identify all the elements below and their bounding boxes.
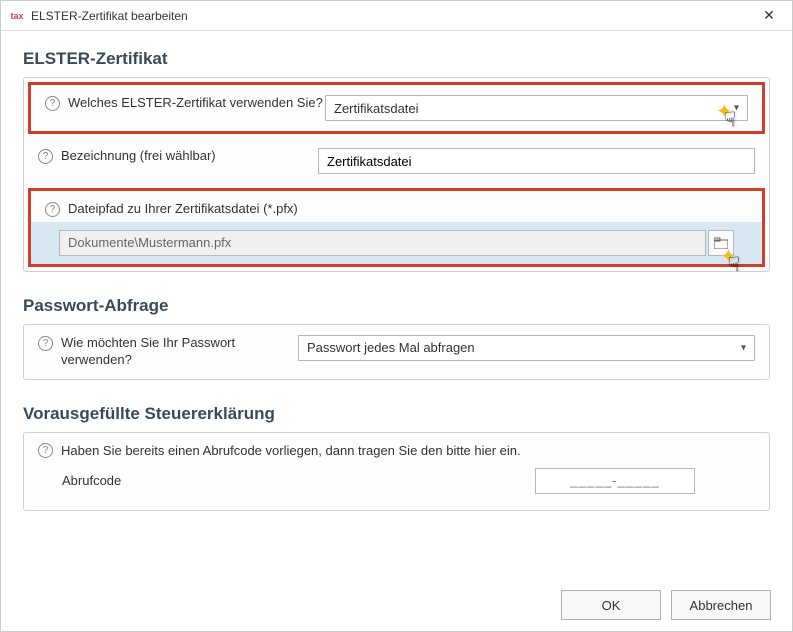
bezeichnung-input[interactable]: [318, 148, 755, 174]
bezeichnung-label: Bezeichnung (frei wählbar): [61, 148, 216, 165]
window-title: ELSTER-Zertifikat bearbeiten: [31, 9, 754, 23]
dialog-footer: OK Abbrechen: [561, 590, 771, 620]
cert-question-label: Welches ELSTER-Zertifikat verwenden Sie?: [68, 95, 323, 112]
section-heading-certificate: ELSTER-Zertifikat: [23, 49, 770, 69]
app-icon: tax: [9, 8, 25, 24]
highlight-certificate-select: ? Welches ELSTER-Zertifikat verwenden Si…: [28, 82, 765, 134]
help-icon[interactable]: ?: [38, 149, 53, 164]
help-icon[interactable]: ?: [45, 96, 60, 111]
highlight-filepath: ? Dateipfad zu Ihrer Zertifikatsdatei (*…: [28, 188, 765, 267]
help-icon[interactable]: ?: [45, 202, 60, 217]
certificate-type-value: Zertifikatsdatei: [334, 101, 419, 116]
section-heading-password: Passwort-Abfrage: [23, 296, 770, 316]
password-mode-value: Passwort jedes Mal abfragen: [307, 340, 475, 355]
password-panel: ? Wie möchten Sie Ihr Passwort verwenden…: [23, 324, 770, 380]
chevron-down-icon: ▾: [734, 103, 739, 114]
help-icon[interactable]: ?: [38, 443, 53, 458]
filepath-label: Dateipfad zu Ihrer Zertifikatsdatei (*.p…: [68, 201, 298, 218]
password-question-label: Wie möchten Sie Ihr Passwort verwenden?: [61, 335, 298, 369]
abrufcode-label: Abrufcode: [62, 473, 318, 488]
cursor-hand-icon: ☟: [728, 254, 740, 276]
ok-button[interactable]: OK: [561, 590, 661, 620]
vast-panel: ? Haben Sie bereits einen Abrufcode vorl…: [23, 432, 770, 511]
certificate-panel: ? Welches ELSTER-Zertifikat verwenden Si…: [23, 77, 770, 272]
filepath-input[interactable]: [59, 230, 706, 256]
chevron-down-icon: ▾: [741, 342, 746, 353]
abrufcode-input[interactable]: [535, 468, 695, 494]
password-mode-select[interactable]: Passwort jedes Mal abfragen ▾: [298, 335, 755, 361]
browse-button[interactable]: [708, 230, 734, 256]
help-icon[interactable]: ?: [38, 336, 53, 351]
certificate-type-select[interactable]: Zertifikatsdatei ▾: [325, 95, 748, 121]
titlebar: tax ELSTER-Zertifikat bearbeiten ✕: [1, 1, 792, 31]
cancel-button[interactable]: Abbrechen: [671, 590, 771, 620]
abrufcode-question: Haben Sie bereits einen Abrufcode vorlie…: [61, 443, 521, 458]
section-heading-vast: Vorausgefüllte Steuererklärung: [23, 404, 770, 424]
folder-icon: [714, 237, 728, 249]
close-icon[interactable]: ✕: [754, 1, 784, 31]
